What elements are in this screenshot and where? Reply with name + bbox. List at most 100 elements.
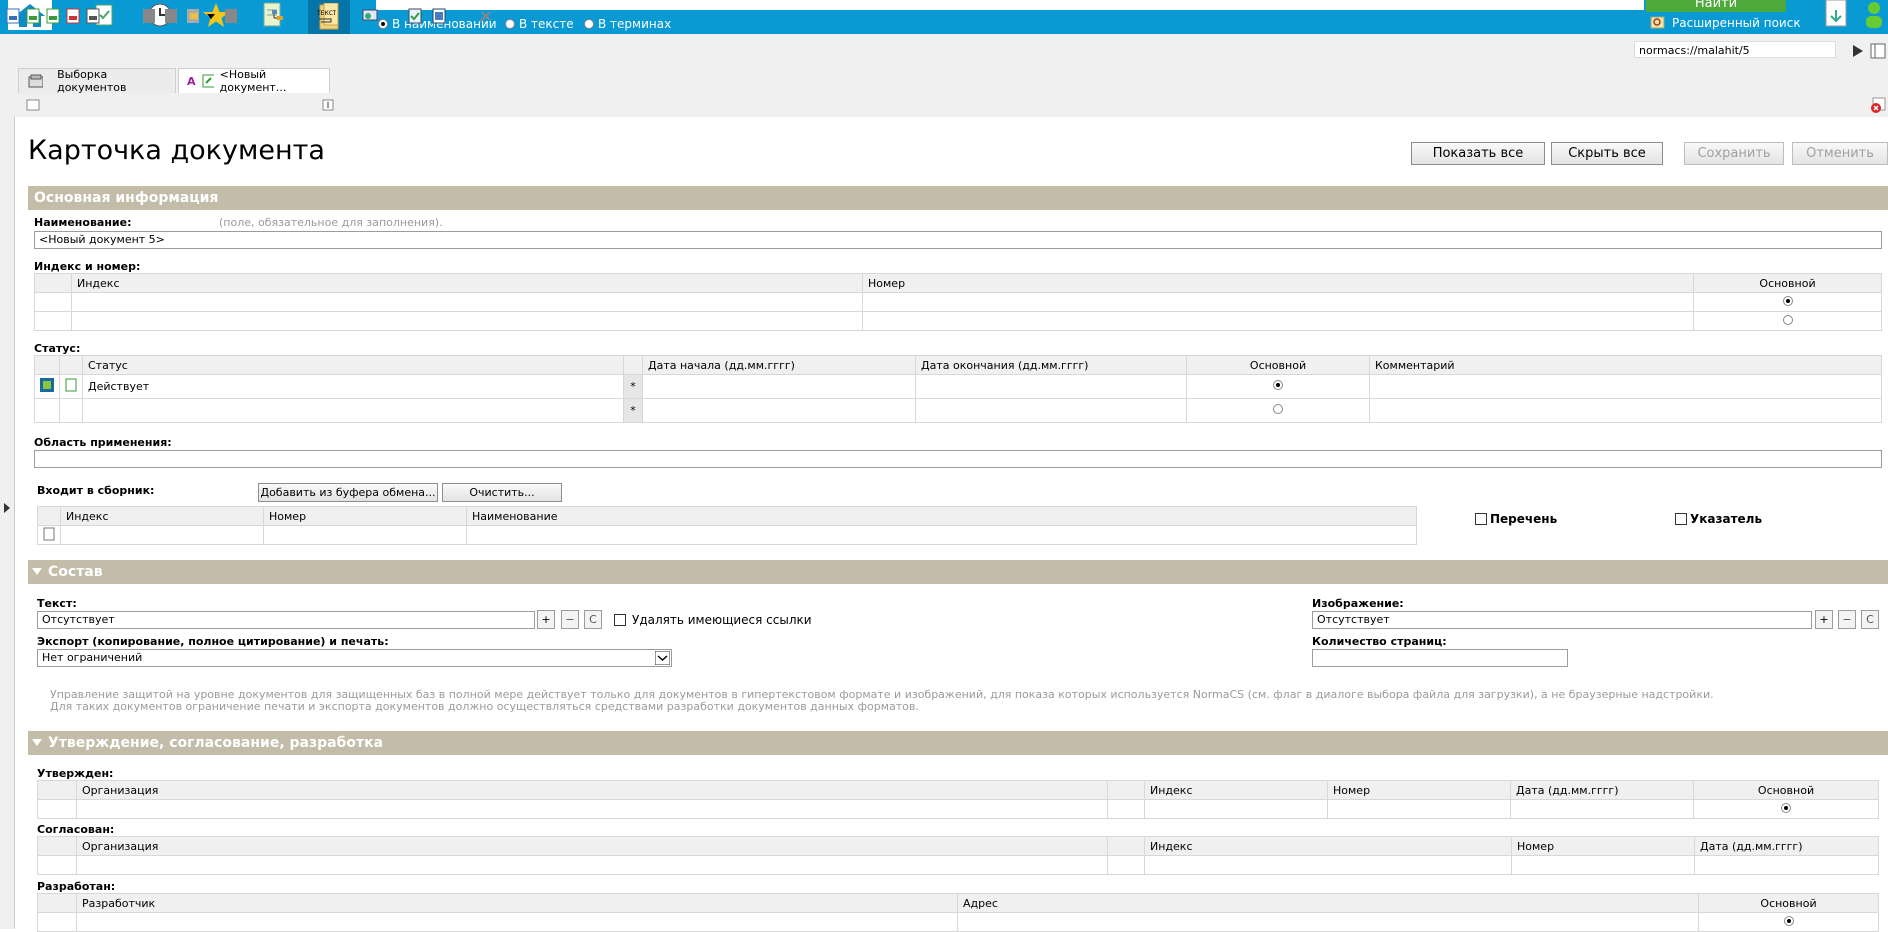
doc-green-icon[interactable] xyxy=(26,8,40,24)
col-star xyxy=(623,355,643,375)
panel-icon[interactable] xyxy=(1870,43,1886,59)
toolbar xyxy=(0,34,1888,67)
agreed-table: Организация Индекс Номер Дата (дд.мм.ггг… xyxy=(37,836,1879,875)
users-icon[interactable] xyxy=(362,8,380,24)
comment-cell[interactable] xyxy=(1369,398,1882,423)
radio-selected-icon[interactable] xyxy=(1783,915,1794,926)
tab-new-document[interactable]: A <Новый документ... xyxy=(178,68,330,94)
table-row[interactable]: Действует * xyxy=(34,374,1882,399)
advanced-search-link[interactable]: Расширенный поиск xyxy=(1650,16,1801,30)
col-main: Основной xyxy=(1693,780,1879,800)
user-icon[interactable] xyxy=(1860,0,1888,30)
search-input[interactable] xyxy=(376,0,1644,10)
date-end-cell[interactable] xyxy=(915,398,1187,423)
date-start-cell[interactable] xyxy=(642,398,916,423)
table-row[interactable] xyxy=(34,311,1882,331)
scope-field[interactable] xyxy=(34,450,1882,468)
play-icon[interactable] xyxy=(1852,44,1864,58)
chevron-down-icon[interactable] xyxy=(206,8,216,24)
comment-cell[interactable] xyxy=(1369,374,1882,399)
status-star-button[interactable]: * xyxy=(623,374,643,399)
col-blank xyxy=(37,893,77,913)
close-tab-icon[interactable] xyxy=(1870,97,1886,113)
export-select[interactable]: Нет ограничений xyxy=(37,649,672,667)
find-button[interactable]: Найти xyxy=(1646,0,1786,12)
table-row[interactable] xyxy=(37,525,1417,545)
page2-icon[interactable] xyxy=(164,8,178,24)
table-row[interactable]: * xyxy=(34,398,1882,423)
page-icon[interactable] xyxy=(142,8,156,24)
image-remove-button[interactable]: − xyxy=(1838,610,1856,629)
doc-green2-icon[interactable] xyxy=(46,8,60,24)
doc-red-icon[interactable] xyxy=(66,8,80,24)
table-row[interactable] xyxy=(37,855,1879,875)
search-mode-terms[interactable]: В терминах xyxy=(584,17,671,31)
checkbox-icon[interactable] xyxy=(1675,513,1687,525)
text-field[interactable]: Отсутствует xyxy=(37,611,535,629)
table-row[interactable] xyxy=(34,292,1882,312)
radio-selected-icon[interactable] xyxy=(1273,380,1283,390)
clear-button[interactable]: Очистить... xyxy=(442,483,562,502)
section-composition[interactable]: Состав xyxy=(28,560,1888,584)
section-main-info[interactable]: Основная информация xyxy=(28,186,1888,210)
tree-icon[interactable] xyxy=(270,8,284,24)
tools-icon[interactable] xyxy=(478,8,492,24)
sidebar-handle[interactable] xyxy=(0,66,15,929)
checkbox-icon[interactable] xyxy=(614,614,626,626)
status-value[interactable]: Действует xyxy=(82,374,624,399)
pointer-checkbox[interactable]: Указатель xyxy=(1675,512,1762,526)
delete-links-checkbox[interactable]: Удалять имеющиеся ссылки xyxy=(614,613,812,627)
index-label: Индекс и номер: xyxy=(34,260,141,273)
page3-icon[interactable] xyxy=(224,8,238,24)
radio-selected-icon[interactable] xyxy=(1781,802,1791,813)
advanced-search-icon xyxy=(1650,16,1665,29)
doc-gray-icon[interactable] xyxy=(86,8,100,24)
doc-blue-icon[interactable] xyxy=(6,8,20,24)
radio-icon[interactable] xyxy=(1273,404,1283,414)
radio-icon[interactable] xyxy=(1782,314,1793,325)
download-document-icon[interactable] xyxy=(1822,0,1854,30)
status-color-icon[interactable] xyxy=(40,378,54,392)
collapse-arrow-icon[interactable] xyxy=(32,739,42,747)
text-remove-button[interactable]: − xyxy=(561,610,579,629)
export-icon[interactable] xyxy=(186,8,200,24)
delete-links-label: Удалять имеющиеся ссылки xyxy=(632,613,812,627)
image-clear-button[interactable]: C xyxy=(1861,610,1879,629)
table-row[interactable] xyxy=(37,799,1879,819)
collapse-arrow-icon[interactable] xyxy=(32,568,42,576)
status-star-button[interactable]: * xyxy=(623,398,643,423)
col-date-end: Дата окончания (дд.мм.гггг) xyxy=(915,355,1187,375)
text-wrap-icon[interactable]: ТЕКСТ xyxy=(316,8,336,24)
date-end-cell[interactable] xyxy=(915,374,1187,399)
cancel-button[interactable]: Отменить xyxy=(1792,142,1888,165)
checkbox-icon[interactable] xyxy=(1475,513,1487,525)
text-add-button[interactable]: + xyxy=(537,610,555,629)
expand-arrow-icon[interactable] xyxy=(3,502,11,514)
text-clear-button[interactable]: C xyxy=(584,610,602,629)
image-add-button[interactable]: + xyxy=(1815,610,1833,629)
col-blank xyxy=(37,836,77,856)
radio-selected-icon[interactable] xyxy=(1782,295,1793,306)
tab-list-icon[interactable] xyxy=(26,99,40,111)
show-all-button[interactable]: Показать все xyxy=(1411,142,1545,165)
hide-all-button[interactable]: Скрыть все xyxy=(1551,142,1663,165)
pin-icon[interactable] xyxy=(322,99,334,111)
search-mode-text[interactable]: В тексте xyxy=(505,17,574,31)
search-mode-terms-label: В терминах xyxy=(598,17,672,31)
pages-field[interactable] xyxy=(1312,649,1568,667)
status-doc-icon[interactable] xyxy=(65,378,77,392)
list-checkbox[interactable]: Перечень xyxy=(1475,512,1557,526)
date-start-cell[interactable] xyxy=(642,374,916,399)
tab-document-selection[interactable]: Выборка документов xyxy=(18,68,176,94)
save-button[interactable]: Сохранить xyxy=(1684,142,1784,165)
image-doc-icon[interactable] xyxy=(432,8,446,24)
address-input[interactable]: normacs://malahit/5 xyxy=(1634,41,1836,58)
add-from-clipboard-button[interactable]: Добавить из буфера обмена... xyxy=(258,483,438,502)
chevron-down-icon[interactable] xyxy=(655,651,670,665)
section-approval[interactable]: Утверждение, согласование, разработка xyxy=(28,731,1888,755)
status-value[interactable] xyxy=(82,398,624,423)
export-label: Экспорт (копирование, полное цитирование… xyxy=(37,635,389,648)
name-field[interactable]: <Новый документ 5> xyxy=(34,231,1882,249)
check-doc-icon[interactable] xyxy=(408,8,422,24)
image-field[interactable]: Отсутствует xyxy=(1312,611,1812,629)
